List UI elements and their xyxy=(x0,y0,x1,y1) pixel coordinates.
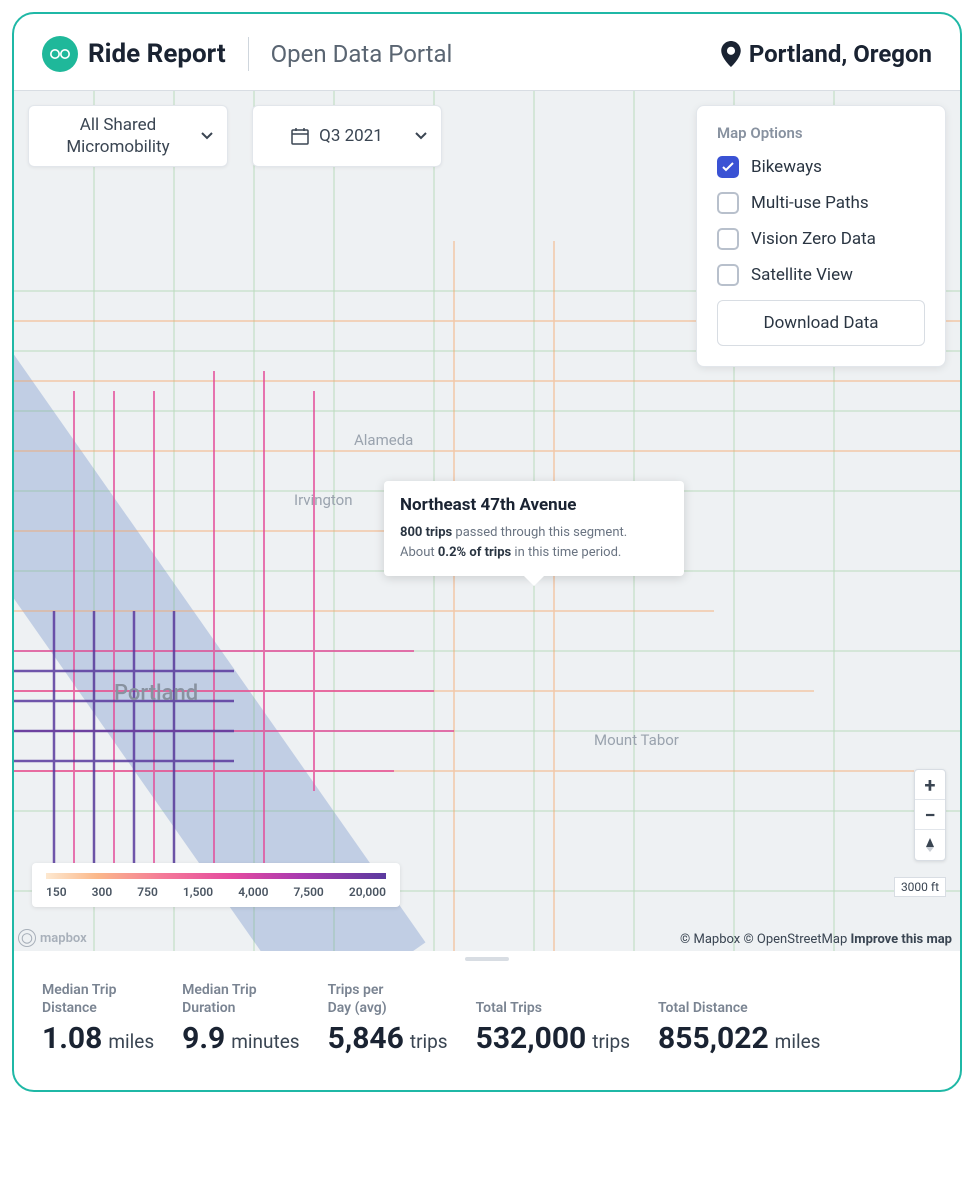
stat-value: 1.08 xyxy=(42,1021,102,1056)
period-filter-label: Q3 2021 xyxy=(319,126,383,146)
app-frame: Ride Report Open Data Portal Portland, O… xyxy=(12,12,962,1092)
stat-value: 532,000 xyxy=(476,1021,587,1056)
stat-unit: miles xyxy=(108,1030,154,1053)
stat-label: Total Distance xyxy=(658,999,820,1017)
map-option-multi-use-paths[interactable]: Multi-use Paths xyxy=(717,192,925,214)
option-label: Bikeways xyxy=(751,157,822,177)
map-controls: All Shared Micromobility Q3 2021 xyxy=(28,105,442,167)
legend-gradient xyxy=(46,873,386,879)
stat-total-distance: Total Distance 855,022 miles xyxy=(658,999,820,1056)
location-selector[interactable]: Portland, Oregon xyxy=(721,40,932,68)
mobility-filter-line1: All Shared xyxy=(80,114,156,136)
mobility-filter-dropdown[interactable]: All Shared Micromobility xyxy=(28,105,228,167)
period-filter-dropdown[interactable]: Q3 2021 xyxy=(252,105,442,167)
chevron-down-icon xyxy=(201,132,213,140)
option-label: Vision Zero Data xyxy=(751,229,876,249)
legend-tick: 7,500 xyxy=(294,885,324,899)
option-label: Multi-use Paths xyxy=(751,193,869,213)
stat-value: 9.9 xyxy=(182,1021,225,1056)
stat-unit: trips xyxy=(410,1030,448,1053)
compass-icon xyxy=(924,838,936,852)
stat-label: Median TripDuration xyxy=(182,981,299,1017)
map-option-vision-zero-data[interactable]: Vision Zero Data xyxy=(717,228,925,250)
mapbox-logo: ◯mapbox xyxy=(18,929,87,947)
attrib-osm[interactable]: © OpenStreetMap xyxy=(743,932,847,947)
tooltip-title: Northeast 47th Avenue xyxy=(400,495,668,515)
stat-trips-per-day-avg-: Trips perDay (avg) 5,846 trips xyxy=(328,981,448,1056)
legend-tick: 300 xyxy=(92,885,113,899)
map[interactable]: Alameda Irvington Portland Mount Tabor A… xyxy=(14,91,960,951)
pin-icon xyxy=(721,41,741,67)
mobility-filter-line2: Micromobility xyxy=(66,136,169,158)
stat-value: 855,022 xyxy=(658,1021,769,1056)
calendar-icon xyxy=(291,127,309,145)
map-legend: 150 300 750 1,500 4,000 7,500 20,000 xyxy=(32,863,400,907)
legend-tick: 4,000 xyxy=(238,885,268,899)
stat-label: Total Trips xyxy=(476,999,630,1017)
map-options-panel: Map Options Bikeways Multi-use Paths Visio… xyxy=(696,105,946,367)
legend-tick: 1,500 xyxy=(183,885,213,899)
download-data-button[interactable]: Download Data xyxy=(717,300,925,346)
checkbox[interactable] xyxy=(717,228,739,250)
option-label: Satellite View xyxy=(751,265,853,285)
location-text: Portland, Oregon xyxy=(749,40,932,68)
stat-value: 5,846 xyxy=(328,1021,404,1056)
app-title: Ride Report xyxy=(88,39,226,69)
stat-unit: miles xyxy=(775,1030,821,1053)
chevron-down-icon xyxy=(415,132,427,140)
portal-title: Open Data Portal xyxy=(271,40,453,68)
stat-median-trip-distance: Median TripDistance 1.08 miles xyxy=(42,981,154,1056)
legend-tick: 20,000 xyxy=(349,885,386,899)
tooltip-body: 800 trips passed through this segment. A… xyxy=(400,523,668,562)
legend-tick: 150 xyxy=(46,885,67,899)
attrib-mapbox[interactable]: © Mapbox xyxy=(680,932,740,947)
map-attribution: © Mapbox © OpenStreetMap Improve this ma… xyxy=(680,932,952,947)
map-option-satellite-view[interactable]: Satellite View xyxy=(717,264,925,286)
checkbox[interactable] xyxy=(717,192,739,214)
stat-total-trips: Total Trips 532,000trips xyxy=(476,999,630,1056)
stat-unit: minutes xyxy=(231,1030,299,1053)
logo-icon xyxy=(42,36,78,72)
stats-bar: Median TripDistance1.08milesMedian TripD… xyxy=(14,951,960,1090)
scale-bar: 3000 ft xyxy=(894,877,946,897)
legend-tick: 750 xyxy=(137,885,158,899)
drag-handle[interactable] xyxy=(465,957,509,961)
improve-map-link[interactable]: Improve this map xyxy=(851,932,953,947)
segment-tooltip: Northeast 47th Avenue 800 trips passed t… xyxy=(384,481,684,576)
compass-button[interactable] xyxy=(915,830,945,860)
stat-unit: trips xyxy=(592,1030,630,1053)
stat-median-trip-duration: Median TripDuration 9.9 minutes xyxy=(182,981,299,1056)
divider xyxy=(248,37,249,71)
header: Ride Report Open Data Portal Portland, O… xyxy=(14,14,960,91)
stat-label: Trips perDay (avg) xyxy=(328,981,448,1017)
zoom-out-button[interactable]: − xyxy=(915,800,945,830)
map-options-title: Map Options xyxy=(717,124,925,142)
checkbox[interactable] xyxy=(717,156,739,178)
zoom-control: + − xyxy=(914,769,946,861)
zoom-in-button[interactable]: + xyxy=(915,770,945,800)
checkbox[interactable] xyxy=(717,264,739,286)
legend-ticks: 150 300 750 1,500 4,000 7,500 20,000 xyxy=(46,885,386,899)
stat-label: Median TripDistance xyxy=(42,981,154,1017)
map-option-bikeways[interactable]: Bikeways xyxy=(717,156,925,178)
